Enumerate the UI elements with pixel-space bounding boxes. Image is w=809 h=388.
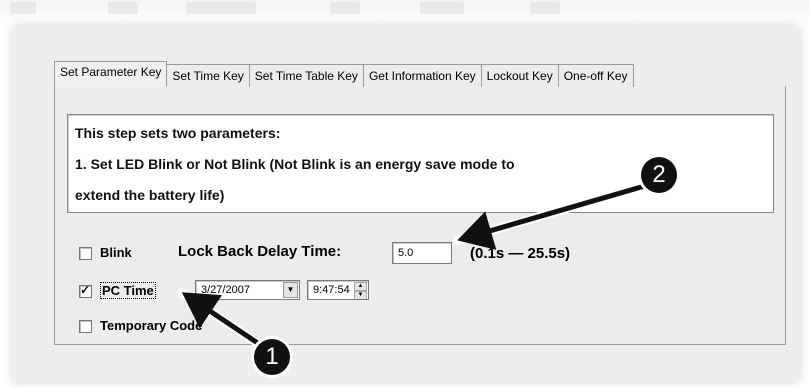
annotation-badge-2: 2 [641, 157, 677, 193]
annotation-badge-1: 1 [254, 339, 290, 375]
annotation-arrows [177, 178, 660, 355]
arrow-1 [181, 292, 270, 353]
tab-set-parameter-key[interactable]: Set Parameter Key [54, 61, 168, 87]
arrow-2 [457, 180, 656, 250]
